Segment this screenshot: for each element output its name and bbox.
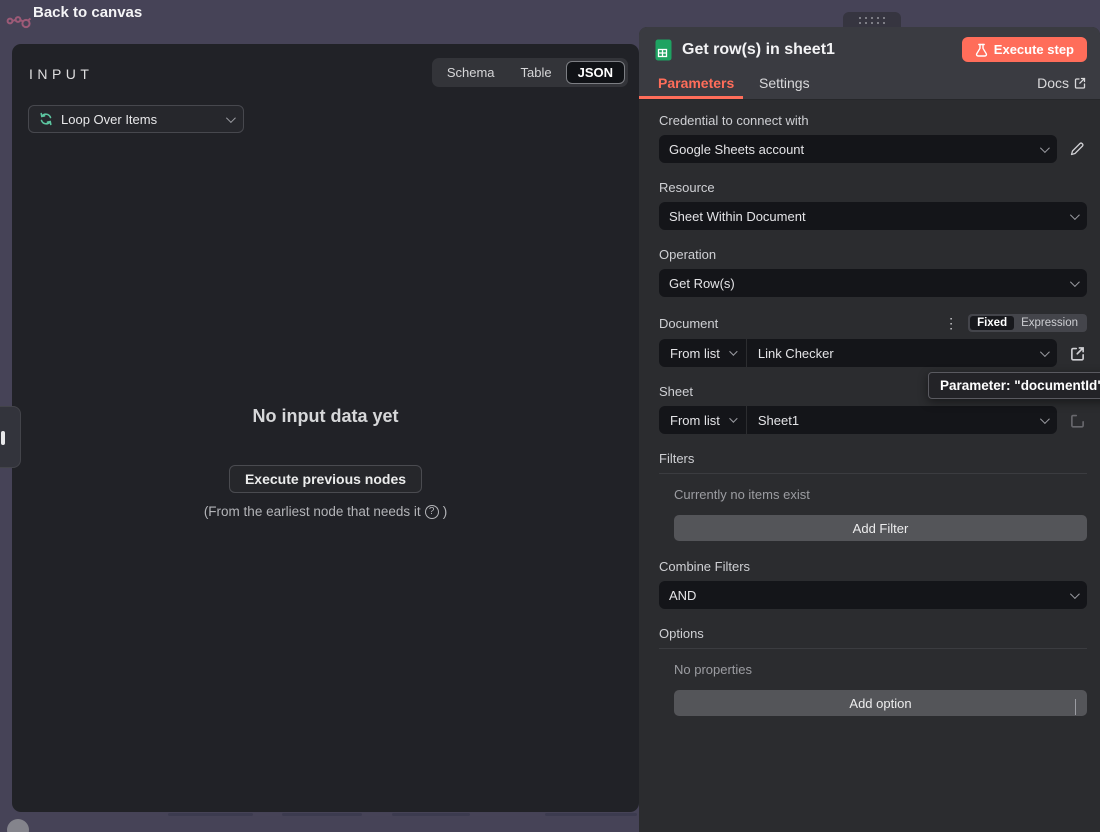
tab-parameters[interactable]: Parameters [658, 75, 734, 91]
document-label: Document [659, 316, 944, 331]
chevron-down-icon [1075, 699, 1076, 715]
fixed-expression-toggle: Fixed Expression [968, 314, 1087, 332]
chevron-down-icon [729, 347, 737, 355]
operation-select[interactable]: Get Row(s) [659, 269, 1087, 297]
filters-label: Filters [659, 451, 1087, 466]
sheet-select[interactable]: From list Sheet1 [659, 406, 1057, 434]
resource-label: Resource [659, 180, 1087, 195]
chevron-down-icon [1040, 347, 1050, 357]
filters-empty-text: Currently no items exist [659, 487, 1087, 502]
toggle-expression[interactable]: Expression [1014, 316, 1085, 330]
external-link-icon [1074, 77, 1086, 89]
add-option-button[interactable]: Add option [674, 690, 1087, 716]
back-to-canvas-button[interactable]: Back to canvas [33, 4, 142, 21]
document-mode-select[interactable]: From list [659, 339, 747, 367]
help-icon[interactable]: ? [425, 505, 439, 519]
input-panel: INPUT Schema Table JSON Loop Over Items … [12, 44, 639, 812]
google-sheets-icon [655, 39, 672, 61]
input-panel-title: INPUT [29, 66, 93, 82]
tab-table[interactable]: Table [509, 61, 564, 84]
n8n-logo-icon [6, 10, 32, 32]
canvas-line-fragment [545, 813, 637, 816]
active-tab-underline [639, 96, 743, 99]
options-empty-text: No properties [659, 662, 1087, 677]
add-option-label: Add option [849, 696, 911, 711]
chevron-down-icon [1040, 143, 1050, 153]
tab-settings[interactable]: Settings [759, 75, 810, 91]
panel-collapse-handle[interactable] [0, 406, 21, 468]
chevron-down-icon [1070, 210, 1080, 220]
grip-dots-icon [859, 22, 885, 24]
execute-previous-nodes-button[interactable]: Execute previous nodes [229, 465, 422, 493]
loop-icon [39, 112, 53, 126]
docs-label: Docs [1037, 75, 1069, 91]
hint-close-paren: ) [443, 504, 448, 519]
parameter-tooltip: Parameter: "documentId" [928, 372, 1100, 399]
open-document-button[interactable] [1067, 343, 1087, 363]
panel-drag-handle[interactable] [843, 12, 901, 28]
input-view-tabs: Schema Table JSON [432, 58, 628, 87]
empty-state-title: No input data yet [12, 406, 639, 427]
execute-step-label: Execute step [994, 42, 1074, 57]
options-section-header: Options [659, 626, 1087, 649]
canvas-line-fragment [392, 813, 470, 816]
canvas-node-fragment [7, 819, 29, 832]
operation-label: Operation [659, 247, 1087, 262]
execute-step-button[interactable]: Execute step [962, 37, 1087, 62]
chevron-down-icon [1070, 277, 1080, 287]
combine-filters-value: AND [669, 588, 1070, 603]
edit-credential-button[interactable] [1067, 139, 1087, 159]
filters-section-header: Filters [659, 451, 1087, 474]
input-empty-state: No input data yet Execute previous nodes… [12, 406, 639, 519]
toggle-fixed[interactable]: Fixed [970, 316, 1014, 330]
docs-link[interactable]: Docs [1037, 75, 1086, 91]
operation-value: Get Row(s) [669, 276, 1070, 291]
options-label: Options [659, 626, 1087, 641]
document-mode-value: From list [670, 346, 720, 361]
grip-dots-icon [859, 17, 885, 19]
hint-text: (From the earliest node that needs it [204, 504, 421, 519]
sheet-mode-value: From list [670, 413, 720, 428]
flask-icon [975, 43, 988, 57]
node-panel-tabs: Parameters Settings Docs [639, 69, 1100, 99]
tab-schema[interactable]: Schema [435, 61, 507, 84]
empty-state-hint: (From the earliest node that needs it ? … [12, 504, 639, 519]
input-source-label: Loop Over Items [61, 112, 218, 127]
document-value: Link Checker [747, 346, 1040, 361]
resource-select[interactable]: Sheet Within Document [659, 202, 1087, 230]
add-filter-button[interactable]: Add Filter [674, 515, 1087, 541]
chevron-down-icon [1070, 589, 1080, 599]
canvas-line-fragment [282, 813, 362, 816]
chevron-down-icon [226, 113, 236, 123]
sheet-mode-select[interactable]: From list [659, 406, 747, 434]
resource-value: Sheet Within Document [669, 209, 1070, 224]
tab-json[interactable]: JSON [566, 61, 625, 84]
combine-filters-label: Combine Filters [659, 559, 1087, 574]
node-panel-header: Get row(s) in sheet1 Execute step Parame… [639, 27, 1100, 100]
sheet-value: Sheet1 [747, 413, 1040, 428]
open-sheet-button[interactable] [1067, 410, 1087, 430]
input-source-select[interactable]: Loop Over Items [28, 105, 244, 133]
parameters-form: Credential to connect with Google Sheets… [639, 100, 1100, 716]
document-select[interactable]: From list Link Checker [659, 339, 1057, 367]
node-detail-panel: Get row(s) in sheet1 Execute step Parame… [639, 27, 1100, 832]
credential-value: Google Sheets account [669, 142, 1040, 157]
credential-label: Credential to connect with [659, 113, 1087, 128]
node-title: Get row(s) in sheet1 [682, 41, 962, 59]
combine-filters-select[interactable]: AND [659, 581, 1087, 609]
credential-select[interactable]: Google Sheets account [659, 135, 1057, 163]
kebab-menu-icon[interactable]: ⋮ [944, 316, 958, 330]
chevron-down-icon [1040, 414, 1050, 424]
canvas-line-fragment [168, 813, 253, 816]
handle-grip-icon [1, 431, 5, 445]
chevron-down-icon [729, 414, 737, 422]
